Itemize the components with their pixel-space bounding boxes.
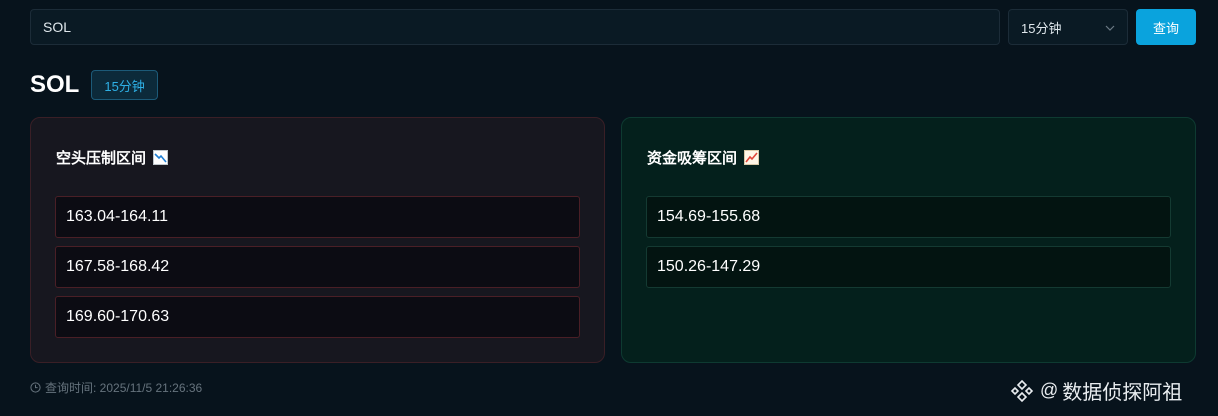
query-time-text: 查询时间: 2025/11/5 21:26:36 [45,381,203,395]
binance-logo-icon [1010,379,1034,402]
watermark: @ 数据侦探阿祖 [1010,376,1182,405]
zone-item: 167.58-168.42 [55,246,580,288]
title-row: SOL 15分钟 [30,70,158,100]
clock-icon [30,382,41,393]
interval-badge: 15分钟 [91,70,158,100]
watermark-at: @ [1040,380,1059,400]
bull-zone-list: 154.69-155.68 150.26-147.29 [646,196,1171,296]
interval-select[interactable]: 15分钟 [1008,9,1128,45]
search-bar: 15分钟 查询 [30,9,1196,45]
chart-decreasing-icon [153,150,169,165]
card-title: 空头压制区间 [56,150,147,167]
card-title: 资金吸筹区间 [647,150,738,167]
interval-select-value: 15分钟 [1021,20,1062,36]
search-input[interactable] [30,9,1000,45]
card-header: 资金吸筹区间 [647,147,760,168]
accumulation-card: 资金吸筹区间 154.69-155.68 150.26-147.29 [621,117,1196,363]
zone-item: 169.60-170.63 [55,296,580,338]
bear-pressure-card: 空头压制区间 163.04-164.11 167.58-168.42 169.60-… [30,117,605,363]
page-title: SOL [30,71,80,98]
chevron-down-icon [1105,25,1115,31]
zone-item: 154.69-155.68 [646,196,1171,238]
query-button[interactable]: 查询 [1136,9,1196,45]
query-time: 查询时间: 2025/11/5 21:26:36 [30,379,202,396]
zone-item: 150.26-147.29 [646,246,1171,288]
bear-zone-list: 163.04-164.11 167.58-168.42 169.60-170.63 [55,196,580,346]
card-header: 空头压制区间 [56,147,169,168]
zone-item: 163.04-164.11 [55,196,580,238]
watermark-text: 数据侦探阿祖 [1062,382,1183,404]
chart-increasing-icon [744,150,760,165]
